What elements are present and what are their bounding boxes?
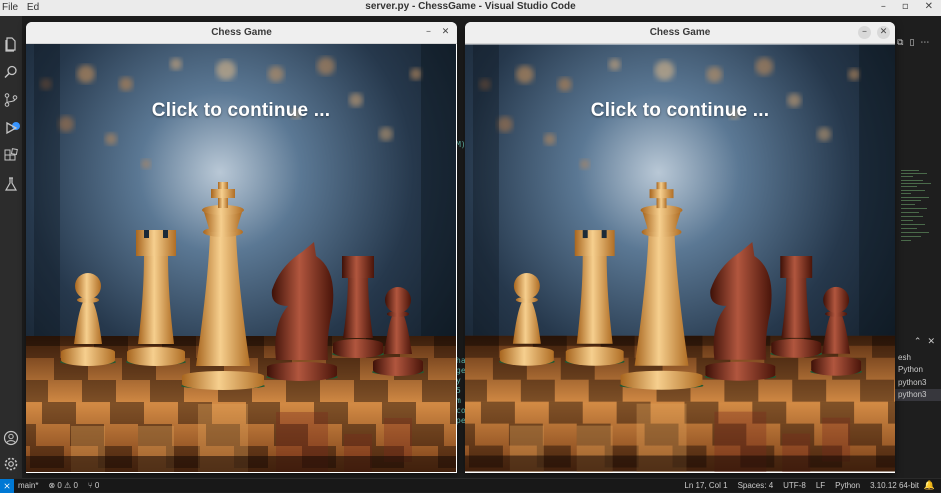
remote-indicator-icon[interactable]: ⨯ [0, 479, 14, 493]
vscode-window-controls: – ▫ ✕ [881, 1, 933, 12]
click-to-continue-prompt[interactable]: Click to continue ... [26, 100, 456, 122]
window-titlebar[interactable]: Chess Game – ✕ [26, 22, 457, 44]
settings-gear-icon[interactable] [3, 456, 19, 472]
chess-scene[interactable]: Click to continue ... [465, 44, 895, 472]
vscode-window-title: server.py - ChessGame - Visual Studio Co… [365, 1, 576, 12]
search-icon[interactable] [3, 64, 19, 80]
chess-game-window-1[interactable]: Chess Game – ✕ Click to continue ... [26, 22, 457, 473]
ports-count[interactable]: ⑂ 0 [88, 481, 99, 490]
window-titlebar[interactable]: Chess Game – ✕ [465, 22, 895, 44]
close-icon[interactable]: ✕ [439, 26, 452, 39]
status-bar-right: Ln 17, Col 1 Spaces: 4 UTF-8 LF Python 3… [684, 481, 919, 490]
source-control-icon[interactable] [3, 92, 19, 108]
maximize-icon[interactable]: ▫ [902, 1, 909, 12]
minimize-icon[interactable]: – [422, 26, 435, 39]
minimize-icon[interactable]: – [881, 1, 886, 12]
close-icon[interactable]: ✕ [877, 26, 890, 39]
terminal-list: ⌃ ✕ esh Python python3 python3 [895, 334, 941, 404]
split-editor-icon[interactable]: ⧉ [897, 38, 903, 48]
testing-icon[interactable] [3, 176, 19, 192]
problems-count[interactable]: ⊗ 0 ⚠ 0 [48, 481, 77, 490]
vscode-titlebar: File Ed server.py - ChessGame - Visual S… [0, 0, 941, 16]
explorer-icon[interactable] [3, 36, 19, 52]
terminal-tab-python3[interactable]: python3 [895, 377, 941, 389]
click-to-continue-prompt[interactable]: Click to continue ... [465, 100, 895, 122]
more-actions-icon[interactable]: ⋯ [920, 38, 929, 48]
git-branch[interactable]: main* [18, 481, 38, 490]
close-panel-icon[interactable]: ✕ [927, 336, 935, 347]
layout-icon[interactable]: ▯ [909, 38, 914, 48]
minimap[interactable] [897, 52, 937, 302]
editor-toolbar: ⧉ ▯ ⋯ [897, 38, 929, 48]
chess-game-window-2[interactable]: Chess Game – ✕ Click to continue ... [465, 22, 895, 473]
encoding[interactable]: UTF-8 [783, 481, 806, 490]
cursor-position[interactable]: Ln 17, Col 1 [684, 481, 727, 490]
terminal-tab-python[interactable]: Python [895, 364, 941, 376]
maximize-panel-icon[interactable]: ⌃ [914, 336, 922, 347]
minimize-icon[interactable]: – [858, 26, 871, 39]
window-title: Chess Game [649, 27, 711, 38]
terminal-tab-python3-active[interactable]: python3 [895, 389, 941, 401]
status-bar: ⨯ main* ⊗ 0 ⚠ 0 ⑂ 0 Ln 17, Col 1 Spaces:… [0, 478, 941, 493]
status-bar-left: main* ⊗ 0 ⚠ 0 ⑂ 0 [18, 481, 99, 490]
window-title: Chess Game [211, 27, 272, 38]
notifications-bell-icon[interactable]: 🔔 [924, 480, 935, 491]
end-of-line[interactable]: LF [816, 481, 825, 490]
chess-scene[interactable]: Click to continue ... [26, 44, 456, 472]
language-mode[interactable]: Python [835, 481, 860, 490]
activity-bar [0, 16, 22, 478]
panel-controls: ⌃ ✕ [914, 336, 935, 347]
run-debug-icon[interactable] [3, 120, 19, 136]
python-interpreter[interactable]: 3.10.12 64-bit [870, 481, 919, 490]
close-icon[interactable]: ✕ [925, 1, 933, 12]
extensions-icon[interactable] [3, 148, 19, 164]
indentation[interactable]: Spaces: 4 [738, 481, 774, 490]
terminal-tab-bash[interactable]: esh [895, 352, 941, 364]
account-icon[interactable] [3, 430, 19, 446]
